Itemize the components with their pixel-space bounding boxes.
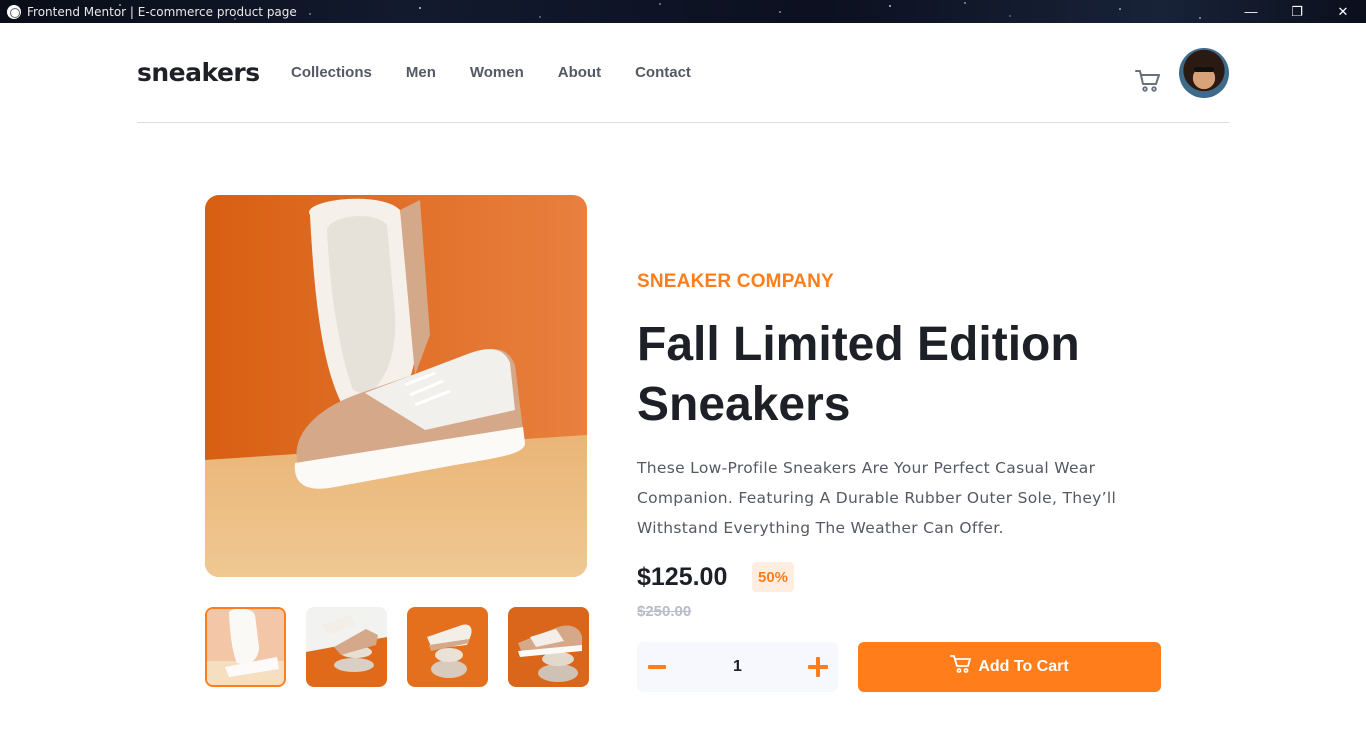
quantity-value: 1 (733, 658, 742, 675)
cart-icon[interactable] (1135, 69, 1161, 93)
thumbnail-1[interactable] (205, 607, 286, 687)
thumbnail-3[interactable] (407, 607, 488, 687)
thumbnail-strip (205, 607, 589, 687)
close-button[interactable]: ✕ (1320, 0, 1366, 23)
thumbnail-2[interactable] (306, 607, 387, 687)
decrease-quantity-button[interactable] (637, 642, 677, 692)
window-titlebar: Frontend Mentor | E-commerce product pag… (0, 0, 1366, 23)
app-icon (7, 4, 21, 19)
add-to-cart-button[interactable]: Add To Cart (858, 642, 1161, 692)
nav-about[interactable]: About (558, 63, 601, 83)
nav-contact[interactable]: Contact (635, 63, 691, 83)
increase-quantity-button[interactable] (798, 642, 838, 692)
main-nav: Collections Men Women About Contact (291, 63, 725, 83)
thumbnail-4[interactable] (508, 607, 589, 687)
product-main-image[interactable] (205, 195, 587, 577)
plus-icon (808, 657, 828, 677)
site-header: sneakers Collections Men Women About Con… (137, 23, 1229, 123)
original-price: $250.00 (637, 603, 692, 620)
cart-icon (950, 655, 972, 673)
window-title: Frontend Mentor | E-commerce product pag… (27, 4, 297, 19)
nav-women[interactable]: Women (470, 63, 524, 83)
add-to-cart-label: Add To Cart (978, 658, 1069, 675)
quantity-stepper: 1 (637, 642, 838, 692)
discount-badge: 50% (752, 562, 794, 592)
restore-button[interactable]: ❐ (1274, 0, 1320, 23)
product-title: Fall Limited Edition Sneakers (637, 318, 1080, 431)
window-controls: — ❐ ✕ (1228, 0, 1366, 23)
current-price: $125.00 (637, 563, 728, 591)
avatar-glasses (1194, 67, 1214, 72)
product-description: These Low-Profile Sneakers Are Your Perf… (637, 459, 1117, 537)
nav-collections[interactable]: Collections (291, 63, 372, 83)
user-avatar[interactable] (1179, 48, 1229, 98)
logo[interactable]: sneakers (137, 59, 260, 87)
minus-icon (648, 665, 666, 669)
nav-men[interactable]: Men (406, 63, 436, 83)
minimize-button[interactable]: — (1228, 0, 1274, 23)
company-label: SNEAKER COMPANY (637, 271, 834, 292)
